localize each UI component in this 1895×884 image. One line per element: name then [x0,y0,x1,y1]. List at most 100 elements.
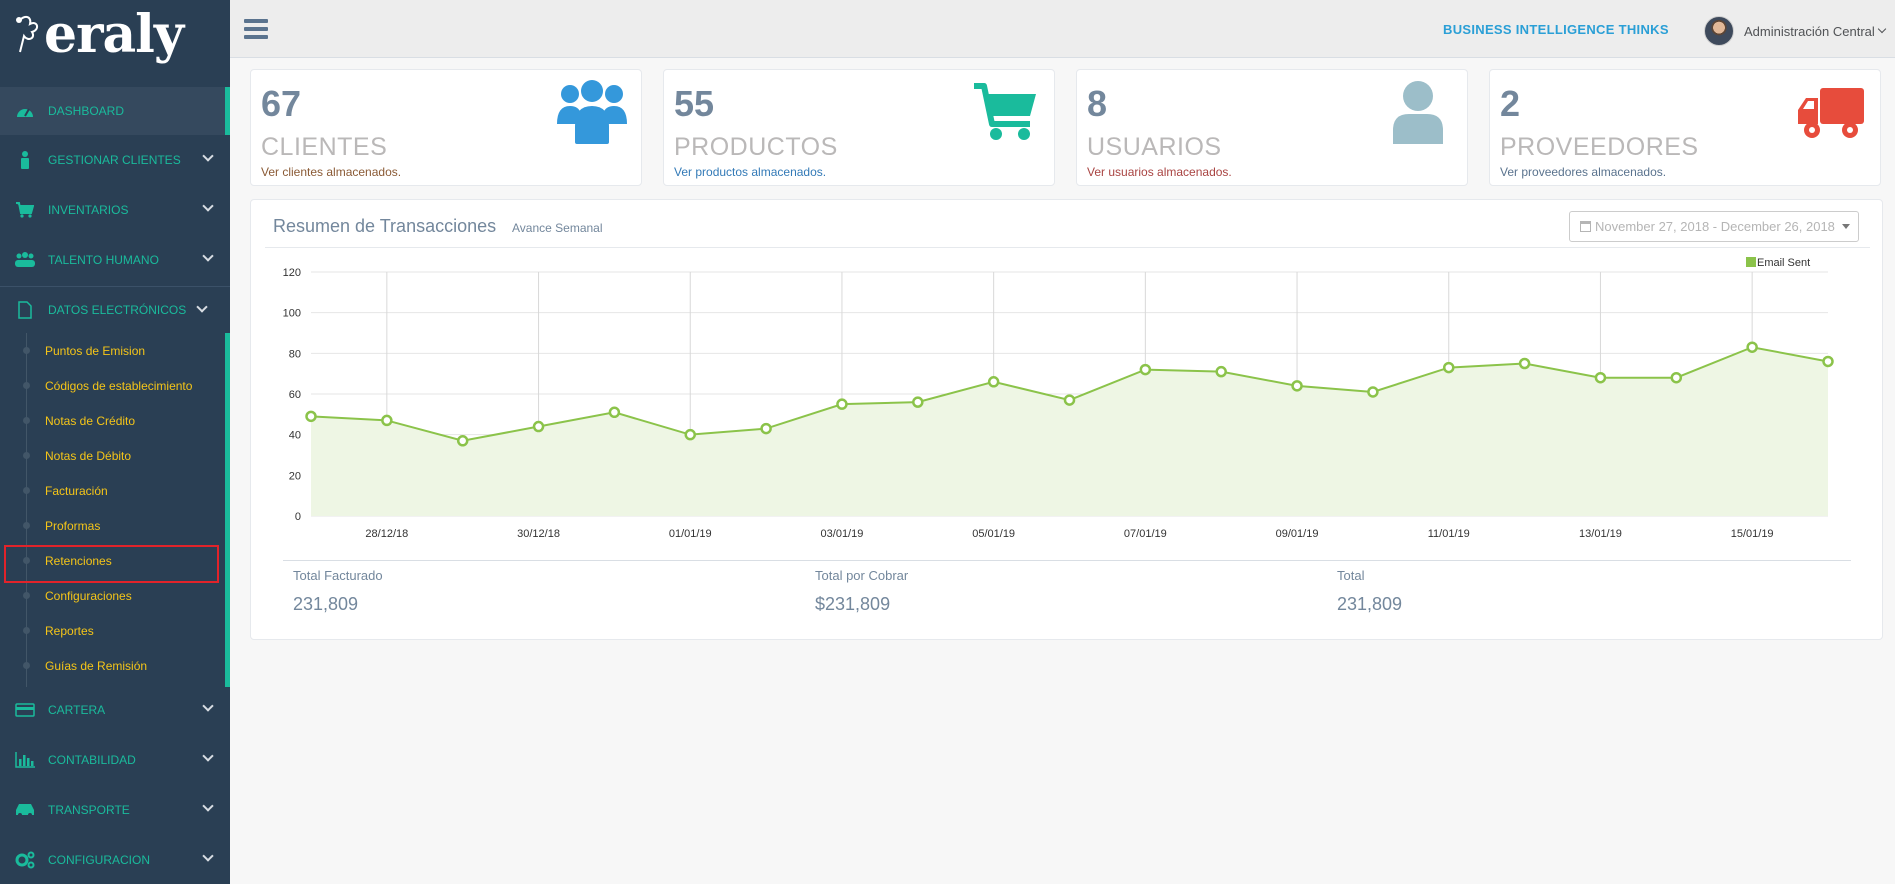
submenu-item-proformas[interactable]: Proformas [0,508,225,543]
stat-link[interactable]: Ver usuarios almacenados. [1087,165,1232,179]
sidebar-item-configuracion[interactable]: CONFIGURACION [0,836,230,884]
data-point [760,422,772,435]
bullet-dot [23,662,30,669]
stat-link[interactable]: Ver clientes almacenados. [261,165,401,179]
total-label: Total Facturado [293,568,383,583]
sidebar-item-label: CONFIGURACION [48,853,150,867]
stat-link[interactable]: Ver productos almacenados. [674,165,826,179]
total-value: $231,809 [815,594,891,614]
logo-text: eraly [44,4,184,65]
data-point [1518,357,1531,370]
submenu-item-configuraciones[interactable]: Configuraciones [0,578,225,613]
y-tick-label: 100 [283,308,301,320]
dashboard-icon [14,102,36,120]
sidebar-item-inventarios[interactable]: INVENTARIOS [0,186,230,234]
stat-count: 67 [261,83,302,124]
bullet-dot [23,557,30,564]
chevron-down-icon [202,200,214,212]
submenu-item-guias-remision[interactable]: Guías de Remisión [0,648,225,683]
car-icon [14,801,36,819]
stat-name: PRODUCTOS [674,133,838,161]
chevron-down-icon [202,250,214,262]
stat-link[interactable]: Ver proveedores almacenados. [1500,165,1666,179]
data-point [836,398,848,410]
sidebar-item-talento-humano[interactable]: TALENTO HUMANO [0,236,230,284]
submenu-item-codigos-establecimiento[interactable]: Códigos de establecimiento [0,368,225,403]
sidebar-item-contabilidad[interactable]: CONTABILIDAD [0,736,230,784]
sidebar-item-gestionar-clientes[interactable]: GESTIONAR CLIENTES [0,136,230,184]
x-tick-label: 05/01/19 [972,528,1015,540]
sidebar-item-label: GESTIONAR CLIENTES [48,153,181,167]
users-icon [14,251,36,269]
truck-icon [1798,88,1864,138]
data-point [1746,341,1758,353]
sidebar-item-datos-electronicos[interactable]: DATOS ELECTRÓNICOS [0,286,230,334]
x-tick-label: 28/12/18 [365,528,408,540]
submenu-item-notas-debito[interactable]: Notas de Débito [0,438,225,473]
x-tick-label: 15/01/19 [1731,528,1774,540]
data-point [684,428,696,441]
sidebar-item-label: CONTABILIDAD [48,753,136,767]
bullet-dot [23,347,30,354]
sidebar-item-dashboard[interactable]: DASHBOARD [0,87,230,135]
top-navbar: BUSINESS INTELLIGENCE THINKS Administrac… [230,0,1895,58]
total-label: Total por Cobrar [815,568,909,583]
stat-count: 2 [1500,83,1521,124]
x-tick-label: 13/01/19 [1579,528,1622,540]
sidebar-item-cartera[interactable]: CARTERA [0,686,230,734]
y-tick-label: 20 [289,470,301,482]
date-range-picker[interactable]: November 27, 2018 - December 26, 2018 [1569,211,1859,242]
user-icon [14,151,36,169]
bullet-dot [23,382,30,389]
data-point [1670,371,1683,384]
stat-count: 8 [1087,83,1108,124]
data-point [1291,380,1303,392]
chevron-down-icon [1877,24,1887,34]
sidebar: eraly DASHBOARD GESTIONAR CLIENTES INVEN… [0,0,230,884]
user-name: Administración Central [1744,23,1875,39]
fairy-logo-icon [16,16,38,53]
submenu-item-label: Notas de Débito [45,448,132,463]
transactions-panel: Resumen de Transacciones Avance Semanal … [250,199,1883,640]
submenu-item-retenciones[interactable]: Retenciones [0,543,225,578]
date-range-text: November 27, 2018 - December 26, 2018 [1595,219,1835,234]
bullet-dot [23,522,30,529]
y-tick-label: 0 [295,511,301,523]
total-por-cobrar: Total por Cobrar $231,809 [815,568,908,615]
submenu-item-label: Guías de Remisión [45,658,148,673]
user-menu[interactable]: Administración Central [1704,16,1887,46]
submenu-item-reportes[interactable]: Reportes [0,613,225,648]
panel-title: Resumen de Transacciones [273,216,497,236]
sidebar-item-transporte[interactable]: TRANSPORTE [0,786,230,834]
data-point [532,420,545,433]
total-facturado: Total Facturado 231,809 [293,568,383,615]
submenu-datos-electronicos: Puntos de Emision Códigos de establecimi… [0,333,230,687]
avatar [1704,16,1734,46]
data-point [1443,361,1455,374]
submenu-item-puntos-de-emision[interactable]: Puntos de Emision [0,333,225,368]
submenu-item-label: Notas de Crédito [45,413,136,428]
cart-icon [974,83,1036,140]
submenu-item-facturacion[interactable]: Facturación [0,473,225,508]
cart-icon [14,201,36,219]
submenu-item-notas-credito[interactable]: Notas de Crédito [0,403,225,438]
chevron-down-icon [196,301,208,313]
submenu-item-label: Reportes [45,623,94,638]
submenu-item-label: Retenciones [45,553,112,568]
data-point [381,414,393,427]
logo[interactable]: eraly [0,0,230,70]
y-tick-label: 80 [289,348,301,360]
stat-name: USUARIOS [1087,133,1222,161]
menu-toggle-icon[interactable] [244,19,268,39]
bar-chart-icon [14,751,36,769]
stat-name: PROVEEDORES [1500,133,1699,161]
stat-name: CLIENTES [261,133,388,161]
total-label: Total [1337,568,1365,583]
sidebar-item-label: INVENTARIOS [48,203,129,217]
legend-swatch [1746,257,1756,267]
x-tick-label: 11/01/19 [1428,528,1470,540]
chevron-down-icon [202,700,214,712]
header-title: BUSINESS INTELLIGENCE THINKS [1443,22,1669,37]
caret-down-icon [1841,224,1850,229]
bullet-dot [23,417,30,424]
